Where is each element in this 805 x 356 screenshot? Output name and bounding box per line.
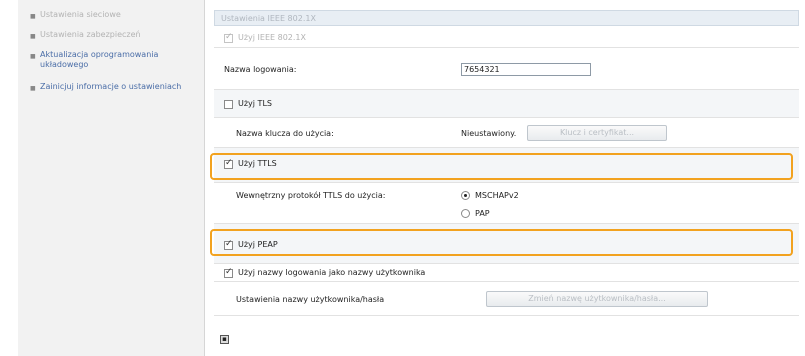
change-user-password-button[interactable]: Zmień nazwę użytkownika/hasła... bbox=[486, 291, 708, 307]
pap-radio[interactable] bbox=[461, 209, 470, 218]
mschapv2-label: MSCHAPv2 bbox=[475, 191, 519, 200]
bullet-icon: ■ bbox=[30, 53, 36, 60]
use-tls-label: Użyj TLS bbox=[238, 99, 272, 108]
sidebar-item-label: Aktualizacja oprogramowania układowego bbox=[40, 50, 159, 69]
section-title: Ustawienia IEEE 802.1X bbox=[214, 10, 799, 26]
mschapv2-radio[interactable] bbox=[461, 191, 470, 200]
row-use-login-as-user: Użyj nazwy logowania jako nazwy użytkown… bbox=[214, 264, 799, 282]
bullet-icon: ■ bbox=[30, 85, 36, 92]
use-login-as-user-label: Użyj nazwy logowania jako nazwy użytkown… bbox=[238, 268, 426, 277]
bullet-icon: ■ bbox=[30, 33, 36, 40]
row-login-name: Nazwa logowania: 7654321 bbox=[214, 48, 799, 90]
sidebar-item-label: Ustawienia zabezpieczeń bbox=[40, 30, 141, 39]
login-name-label: Nazwa logowania: bbox=[224, 65, 297, 74]
use-ieee-label: Użyj IEEE 802.1X bbox=[238, 33, 307, 42]
user-settings-label: Ustawienia nazwy użytkownika/hasła bbox=[236, 295, 385, 304]
key-name-label: Nazwa klucza do użycia: bbox=[236, 129, 334, 138]
use-ieee-checkbox[interactable] bbox=[224, 32, 233, 43]
row-use-tls: Użyj TLS bbox=[214, 90, 799, 118]
row-use-ieee: Użyj IEEE 802.1X bbox=[214, 27, 799, 48]
sidebar: ■ Ustawienia sieciowe ■ Ustawienia zabez… bbox=[18, 0, 205, 356]
key-name-value: Nieustawiony. bbox=[461, 129, 517, 138]
collapse-icon[interactable]: ▪ bbox=[220, 335, 229, 344]
peap-highlight bbox=[210, 229, 793, 256]
sidebar-item-firmware-update[interactable]: ■ Aktualizacja oprogramowania układowego bbox=[30, 50, 200, 70]
settings-panel: Ustawienia IEEE 802.1X Użyj IEEE 802.1X … bbox=[210, 0, 804, 356]
sidebar-item-network-settings[interactable]: ■ Ustawienia sieciowe bbox=[30, 10, 200, 20]
sidebar-item-security-settings[interactable]: ■ Ustawienia zabezpieczeń bbox=[30, 30, 200, 40]
ttls-highlight bbox=[210, 153, 793, 180]
sidebar-item-label: Zainicjuj informacje o ustawieniach bbox=[40, 82, 182, 91]
pap-label: PAP bbox=[475, 209, 490, 218]
use-tls-checkbox[interactable] bbox=[224, 100, 233, 109]
row-key-name: Nazwa klucza do użycia: Nieustawiony. Kl… bbox=[214, 118, 799, 148]
login-name-input[interactable]: 7654321 bbox=[461, 63, 591, 76]
row-ttls-protocol: Wewnętrzny protokół TTLS do użycia: MSCH… bbox=[214, 183, 799, 224]
sidebar-item-label: Ustawienia sieciowe bbox=[40, 10, 121, 19]
row-user-settings: Ustawienia nazwy użytkownika/hasła Zmień… bbox=[214, 282, 799, 316]
bullet-icon: ■ bbox=[30, 13, 36, 20]
key-certificate-button[interactable]: Klucz i certyfikat... bbox=[527, 125, 667, 141]
sidebar-item-initialize-settings[interactable]: ■ Zainicjuj informacje o ustawieniach bbox=[30, 82, 200, 92]
use-login-as-user-checkbox[interactable] bbox=[224, 267, 233, 278]
ttls-protocol-label: Wewnętrzny protokół TTLS do użycia: bbox=[236, 191, 386, 200]
